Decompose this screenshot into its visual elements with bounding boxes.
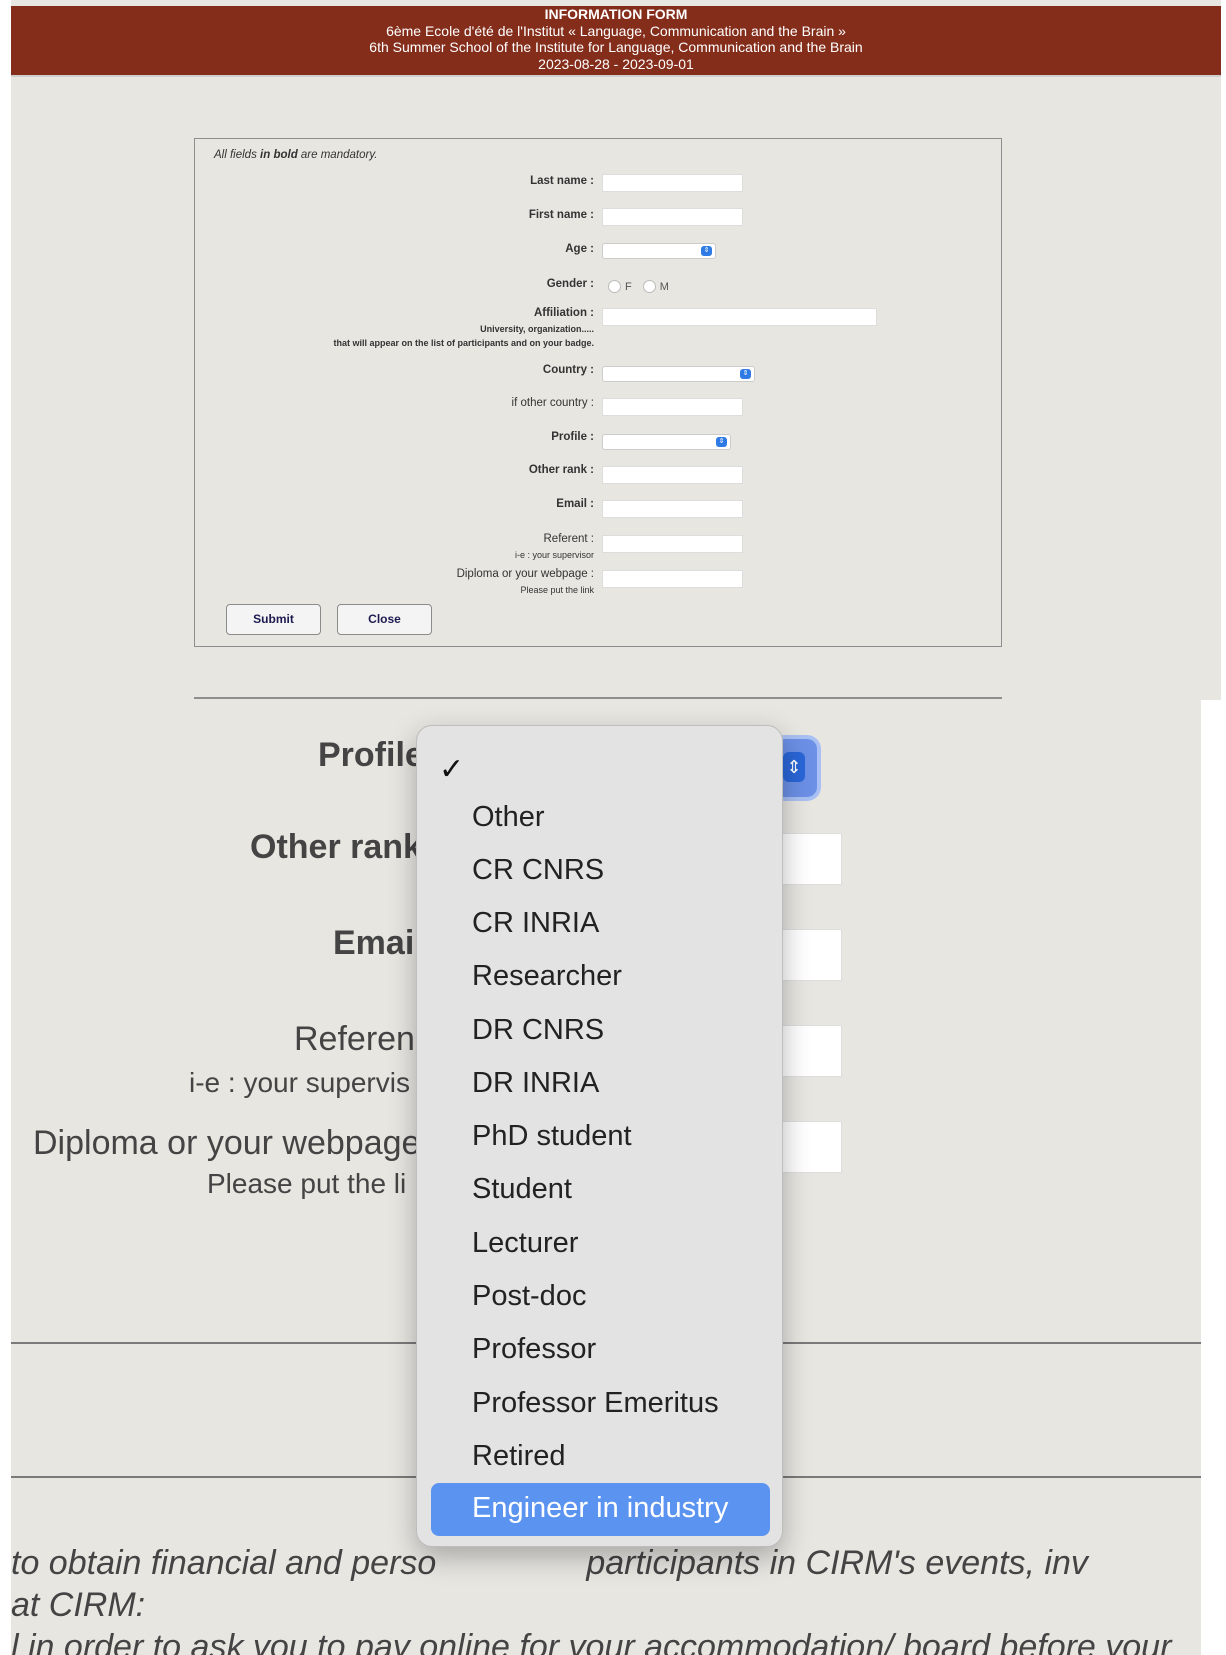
first-name-input[interactable] [602,208,743,226]
diploma-hint: Please put the link [520,585,594,595]
info-paragraph-line-1: to obtain financial and perso participant… [11,1544,1088,1582]
menu-option-lecturer[interactable]: Lecturer [472,1227,578,1260]
menu-option-dr-inria[interactable]: DR INRIA [472,1067,599,1100]
other-country-label: if other country : [511,397,594,409]
select-arrows-icon: ⇕ [740,369,751,379]
email-input[interactable] [602,500,743,518]
school-title-en: 6th Summer School of the Institute for L… [369,39,863,55]
other-rank-label: Other rank : [528,464,594,476]
school-dates: 2023-08-28 - 2023-09-01 [538,55,694,72]
profile-label: Profile : [551,431,594,443]
menu-option-cr-inria[interactable]: CR INRIA [472,907,599,940]
zoom-other-rank-label: Other rank [250,828,422,866]
menu-option-researcher[interactable]: Researcher [472,960,622,993]
diploma-input[interactable] [602,570,743,588]
gender-m-radio[interactable] [642,280,656,293]
referent-label: Referent : [543,533,595,545]
zoom-referent-hint: i-e : your supervis [189,1067,410,1098]
other-rank-input[interactable] [602,466,743,484]
menu-option-phd-student[interactable]: PhD student [472,1120,632,1153]
zoom-profile-label: Profile [318,736,424,774]
affiliation-input[interactable] [602,308,877,326]
other-country-input[interactable] [602,398,743,416]
age-label: Age : [565,243,594,255]
age-select[interactable]: ⇕ [602,243,716,259]
zoom-diploma-label: Diploma or your webpage [33,1124,421,1162]
menu-option-retired[interactable]: Retired [472,1440,566,1473]
menu-option-cr-cnrs[interactable]: CR CNRS [472,854,604,887]
email-label: Email : [556,498,594,510]
gender-f-label: F [625,280,632,293]
checkmark-icon: ✓ [439,753,465,786]
menu-option-student[interactable]: Student [472,1173,572,1206]
gender-m-label: M [659,280,669,293]
menu-option-dr-cnrs[interactable]: DR CNRS [472,1014,604,1047]
affiliation-hint: University, organization..... [480,324,594,334]
select-arrows-icon: ⇕ [716,437,727,447]
divider [194,697,1002,699]
zoom-referent-label: Referen [294,1020,415,1058]
last-name-input[interactable] [602,174,743,192]
profile-dropdown-menu: ✓ Other CR CNRS CR INRIA Researcher DR C… [416,725,783,1547]
diploma-label: Diploma or your webpage : [456,568,594,580]
referent-hint: i-e : your supervisor [514,550,594,560]
gender-label: Gender : [546,278,594,290]
menu-option-professor[interactable]: Professor [472,1333,596,1366]
menu-option-post-doc[interactable]: Post-doc [472,1280,586,1313]
header-banner: INFORMATION FORM 6ème Ecole d'été de l'I… [11,6,1221,77]
gender-radio-group: F M [608,280,677,293]
mandatory-note: All fields in bold are mandatory. [214,149,378,161]
profile-select[interactable]: ⇕ [602,434,731,450]
last-name-label: Last name : [530,175,594,187]
school-title-fr: 6ème Ecole d'été de l'Institut « Languag… [386,22,846,39]
country-select[interactable]: ⇕ [602,366,755,382]
zoom-diploma-hint: Please put the li [207,1168,407,1199]
select-arrows-icon: ⇕ [701,246,712,256]
menu-option-engineer-in-industry[interactable]: Engineer in industry [431,1483,770,1536]
affiliation-hint-2: that will appear on the list of particip… [333,338,594,348]
submit-button[interactable]: Submit [226,604,321,635]
menu-option-professor-emeritus[interactable]: Professor Emeritus [472,1387,719,1420]
info-paragraph-line-3: l in order to ask you to pay online for … [11,1628,1172,1655]
info-paragraph-line-2: at CIRM: [11,1586,146,1624]
affiliation-label: Affiliation : [533,307,594,319]
gender-f-radio[interactable] [608,280,621,293]
select-arrows-icon: ⇕ [783,752,805,782]
zoom-email-label: Emai [333,924,415,962]
country-label: Country : [542,364,594,376]
form-title: INFORMATION FORM [544,6,688,22]
menu-option-other[interactable]: Other [472,801,545,834]
referent-input[interactable] [602,535,743,553]
first-name-label: First name : [528,209,594,221]
close-button[interactable]: Close [337,604,432,635]
top-screenshot: INFORMATION FORM 6ème Ecole d'été de l'I… [0,0,1226,700]
information-form: All fields in bold are mandatory. Last n… [194,138,1002,647]
